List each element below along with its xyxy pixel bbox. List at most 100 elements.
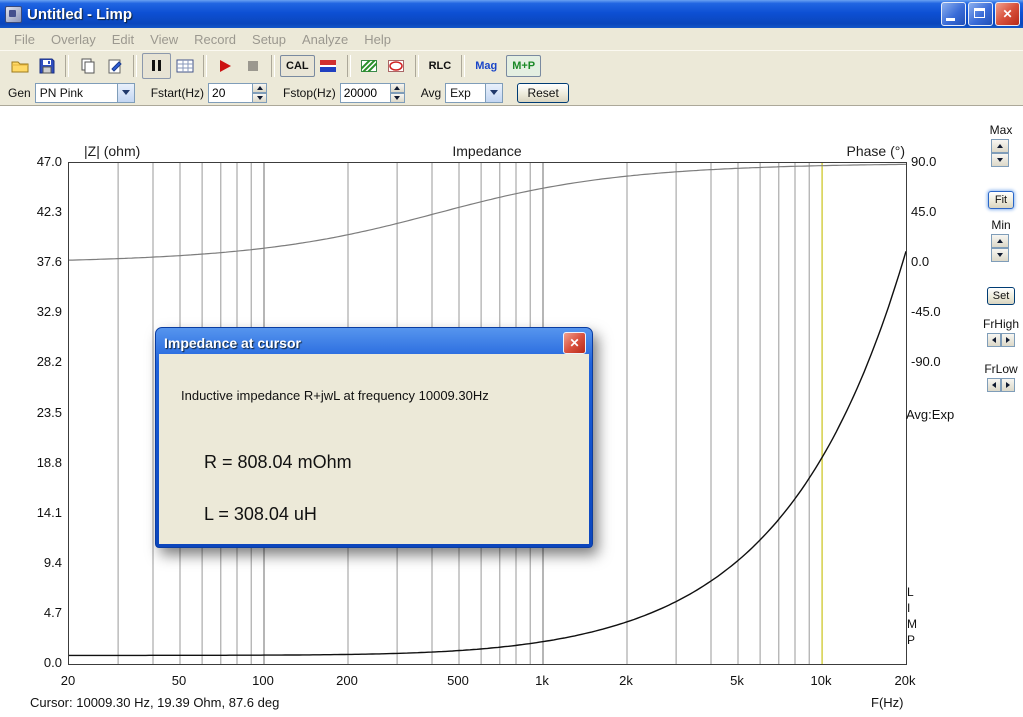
close-icon: ✕	[569, 336, 580, 350]
toolbar-separator	[203, 54, 207, 77]
frlow-right-button[interactable]	[1001, 378, 1015, 392]
max-label: Max	[989, 123, 1013, 137]
minimize-button[interactable]	[941, 2, 966, 26]
sweep-button[interactable]	[383, 54, 410, 78]
noise-generator-button[interactable]	[356, 54, 383, 78]
max-stepper	[991, 139, 1009, 167]
frhigh-right-button[interactable]	[1001, 333, 1015, 347]
annotate-button[interactable]	[101, 54, 128, 78]
maximize-button[interactable]	[968, 2, 993, 26]
impedance-at-cursor-dialog: Impedance at cursor ✕ Inductive impedanc…	[155, 327, 593, 548]
frequency-axis-label: F(Hz)	[871, 695, 904, 710]
dropdown-button[interactable]	[485, 83, 503, 102]
fstop-input[interactable]	[339, 82, 390, 103]
fstop-stepper	[389, 82, 405, 103]
impedance-axis-title: |Z| (ohm)	[84, 143, 141, 159]
frequency-tick-label: 5k	[730, 673, 744, 688]
impedance-tick-label: 14.1	[36, 504, 62, 520]
min-down-button[interactable]	[991, 248, 1009, 262]
menu-item-analyze[interactable]: Analyze	[294, 32, 356, 47]
calibrate-button[interactable]: CAL	[280, 54, 315, 77]
frequency-tick-label: 2k	[619, 673, 633, 688]
fstop-field	[339, 82, 405, 103]
open-button[interactable]	[6, 54, 33, 78]
impedance-tick-label: 9.4	[43, 554, 62, 570]
fit-button[interactable]: Fit	[988, 191, 1014, 209]
arrow-down-icon	[997, 253, 1003, 257]
frequency-tick-label: 10k	[810, 673, 832, 688]
record-button[interactable]	[212, 54, 239, 78]
reset-button[interactable]: Reset	[517, 82, 570, 103]
menu-item-edit[interactable]: Edit	[104, 32, 142, 47]
green-hatch-icon	[361, 59, 378, 72]
toolbar: CAL RLC Mag M+P	[0, 50, 1023, 80]
stop-icon	[247, 60, 258, 71]
phase-tick-label: 45.0	[911, 204, 937, 220]
blue-pen-page-icon	[108, 59, 122, 73]
fstop-label: Fstop(Hz)	[283, 85, 336, 100]
generator-select[interactable]: PN Pink	[34, 82, 135, 103]
copy-button[interactable]	[74, 54, 101, 78]
arrow-up-icon	[394, 85, 401, 90]
menu-item-view[interactable]: View	[142, 32, 186, 47]
avg-label: Avg	[420, 85, 442, 100]
menu-item-setup[interactable]: Setup	[244, 32, 294, 47]
maximize-icon	[974, 8, 985, 18]
generator-value: PN Pink	[39, 85, 84, 100]
save-button[interactable]	[33, 54, 60, 78]
table-grid-icon	[176, 59, 193, 72]
min-label: Min	[991, 218, 1011, 232]
frlow-left-button[interactable]	[987, 378, 1001, 392]
dropdown-button[interactable]	[116, 83, 134, 102]
phase-curve	[69, 163, 906, 261]
set-button[interactable]: Set	[987, 287, 1015, 305]
dialog-title-bar[interactable]: Impedance at cursor	[159, 331, 589, 354]
avg-select[interactable]: Exp	[445, 82, 504, 103]
table-button[interactable]	[171, 54, 198, 78]
chevron-down-icon	[121, 90, 130, 95]
pause-button[interactable]	[142, 52, 171, 79]
fstart-down-button[interactable]	[252, 92, 268, 103]
arrow-right-icon	[1006, 337, 1010, 343]
frequency-tick-label: 500	[447, 673, 469, 688]
frequency-tick-label: 200	[336, 673, 358, 688]
phase-tick-label: -90.0	[911, 354, 941, 370]
magnitude-view-button[interactable]: Mag	[470, 56, 502, 76]
rlc-button[interactable]: RLC	[424, 56, 457, 76]
menu-item-record[interactable]: Record	[186, 32, 244, 47]
frhigh-left-button[interactable]	[987, 333, 1001, 347]
generator-label: Gen	[8, 85, 31, 100]
max-up-button[interactable]	[991, 139, 1009, 153]
arrow-up-icon	[256, 85, 263, 90]
menu-item-help[interactable]: Help	[356, 32, 399, 47]
impedance-tick-label: 4.7	[43, 604, 62, 620]
open-folder-icon	[11, 61, 28, 72]
frhigh-label: FrHigh	[982, 317, 1019, 331]
fstop-up-button[interactable]	[389, 82, 405, 93]
dialog-message: Inductive impedance R+jwL at frequency 1…	[181, 388, 489, 403]
min-up-button[interactable]	[991, 234, 1009, 248]
frhigh-stepper	[987, 333, 1015, 347]
toolbar-separator	[133, 54, 137, 77]
impedance-tick-label: 32.9	[36, 304, 62, 320]
dialog-title: Impedance at cursor	[164, 334, 301, 351]
chevron-down-icon	[490, 90, 499, 95]
arrow-up-icon	[997, 144, 1003, 148]
chart-title: Impedance	[452, 143, 522, 159]
channel-display-button[interactable]	[315, 54, 342, 78]
fstart-up-button[interactable]	[252, 82, 268, 93]
max-down-button[interactable]	[991, 153, 1009, 167]
fstop-down-button[interactable]	[389, 92, 405, 103]
frequency-tick-label: 20	[60, 673, 76, 688]
close-button[interactable]: ✕	[995, 2, 1020, 26]
frequency-tick-label: 100	[252, 673, 274, 688]
fstart-stepper	[252, 82, 268, 103]
menu-item-file[interactable]: File	[6, 32, 43, 47]
magnitude-phase-view-button[interactable]: M+P	[506, 54, 542, 77]
resistance-readout: R = 808.04 mOhm	[204, 452, 352, 472]
fstart-input[interactable]	[208, 82, 253, 103]
menu-item-overlay[interactable]: Overlay	[43, 32, 104, 47]
dialog-close-button[interactable]: ✕	[563, 332, 586, 354]
stop-button[interactable]	[239, 54, 266, 78]
window-controls: ✕	[941, 2, 1020, 26]
